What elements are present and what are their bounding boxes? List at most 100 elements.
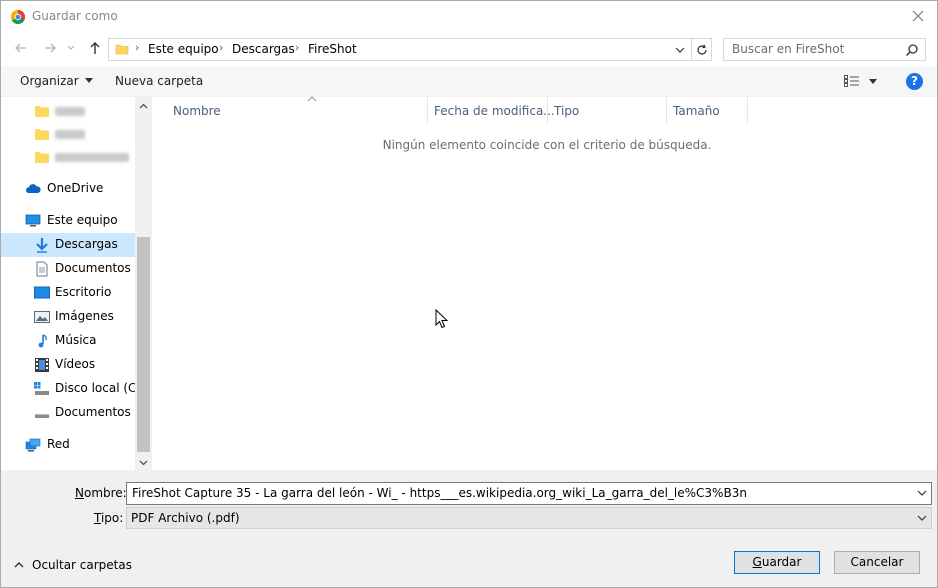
sidebar-item-red[interactable]: Red xyxy=(1,433,135,457)
column-header-size[interactable]: Tamaño xyxy=(667,97,748,124)
save-as-dialog: Guardar como › Este equipo › Descargas › xyxy=(0,0,938,588)
sidebar-item-onedrive[interactable]: OneDrive xyxy=(1,177,135,201)
folder-icon xyxy=(35,129,49,140)
back-button[interactable] xyxy=(12,39,30,57)
forward-button[interactable] xyxy=(41,39,59,57)
drive-icon xyxy=(34,382,49,395)
type-label: Tipo: xyxy=(94,511,123,525)
breadcrumb-separator: › xyxy=(135,41,140,54)
column-header-type[interactable]: Tipo xyxy=(548,97,667,124)
sidebar-item-label: Este equipo xyxy=(47,213,118,227)
filename-value: FireShot Capture 35 - La garra del león … xyxy=(132,486,747,500)
sidebar-item-descargas[interactable]: Descargas xyxy=(1,233,135,257)
close-icon[interactable] xyxy=(908,6,928,26)
videos-icon xyxy=(35,358,49,372)
up-button[interactable] xyxy=(86,39,104,57)
hide-folders-button[interactable]: Ocultar carpetas xyxy=(14,558,132,572)
file-type-value: PDF Archivo (.pdf) xyxy=(131,511,240,525)
organize-button[interactable]: Organizar xyxy=(20,74,93,88)
folder-icon xyxy=(115,44,129,55)
save-label: uardar xyxy=(761,555,802,569)
filename-field[interactable]: FireShot Capture 35 - La garra del león … xyxy=(126,482,932,505)
drive-icon xyxy=(35,414,49,418)
up-arrow-icon xyxy=(90,42,100,54)
window-title: Guardar como xyxy=(32,9,118,23)
search-icon[interactable] xyxy=(905,43,919,57)
sidebar-item-blurred-folder[interactable] xyxy=(1,145,135,169)
column-header-date[interactable]: Fecha de modifica... xyxy=(428,97,555,124)
sidebar-item-escritorio[interactable]: Escritorio xyxy=(1,281,135,305)
sidebar-item-documentos-d[interactable]: Documentos (D xyxy=(1,401,149,425)
breadcrumb-este-equipo[interactable]: Este equipo xyxy=(148,42,219,56)
chevron-down-icon[interactable] xyxy=(917,515,927,522)
view-options-icon[interactable] xyxy=(844,75,860,88)
sidebar-item-disco-local-c[interactable]: Disco local (C:) xyxy=(1,377,145,401)
new-folder-button[interactable]: Nueva carpeta xyxy=(115,74,203,88)
sidebar-item-label: OneDrive xyxy=(47,181,104,195)
save-button[interactable]: Guardar xyxy=(734,551,820,574)
mouse-cursor-icon xyxy=(435,309,449,329)
accelerator-key: N xyxy=(75,486,84,500)
sidebar-item-label: Vídeos xyxy=(55,357,96,371)
cancel-button[interactable]: Cancelar xyxy=(834,551,920,574)
chevron-down-icon xyxy=(67,45,75,50)
blurred-label xyxy=(55,107,85,116)
navigation-row: › Este equipo › Descargas › FireShot Bus… xyxy=(1,32,937,65)
sidebar-scrollbar[interactable] xyxy=(135,97,152,470)
search-input[interactable]: Buscar en FireShot xyxy=(723,38,926,61)
scrollbar-thumb[interactable] xyxy=(137,237,150,452)
sidebar-item-musica[interactable]: Música xyxy=(1,329,135,353)
sidebar-item-este-equipo[interactable]: Este equipo xyxy=(1,209,135,233)
label-text: ipo: xyxy=(100,511,124,525)
desktop-icon xyxy=(34,286,50,299)
address-bar[interactable]: › Este equipo › Descargas › FireShot xyxy=(108,38,692,61)
chevron-down-icon[interactable] xyxy=(917,490,927,497)
blurred-label xyxy=(55,153,129,162)
folder-icon xyxy=(35,106,49,117)
column-label: Nombre xyxy=(173,104,221,118)
folder-icon xyxy=(35,152,49,163)
sidebar-item-imagenes[interactable]: Imágenes xyxy=(1,305,135,329)
sidebar-item-label: Descargas xyxy=(55,237,118,251)
accelerator-key: G xyxy=(752,555,762,569)
refresh-button[interactable] xyxy=(692,38,712,61)
file-type-select[interactable]: PDF Archivo (.pdf) xyxy=(126,507,932,529)
sidebar-item-label: Red xyxy=(47,437,70,451)
recent-locations-button[interactable] xyxy=(65,39,77,57)
search-placeholder: Buscar en FireShot xyxy=(732,42,845,56)
breadcrumb-fireshot[interactable]: FireShot xyxy=(308,42,357,56)
column-header-name[interactable]: Nombre xyxy=(167,96,428,124)
scroll-down-icon[interactable] xyxy=(139,460,148,466)
column-label: Tamaño xyxy=(673,104,720,118)
view-dropdown-caret[interactable] xyxy=(869,79,877,84)
breadcrumb-separator: › xyxy=(219,41,224,54)
help-icon[interactable]: ? xyxy=(906,73,923,90)
column-label: Fecha de modifica... xyxy=(434,104,555,118)
chevron-down-icon xyxy=(84,78,93,83)
scroll-up-icon[interactable] xyxy=(139,103,148,109)
sidebar-item-blurred-folder[interactable] xyxy=(1,99,135,123)
sidebar-item-label: Disco local (C:) xyxy=(55,381,146,395)
breadcrumb-descargas[interactable]: Descargas xyxy=(232,42,295,56)
hide-folders-label: Ocultar carpetas xyxy=(32,558,132,572)
navigation-pane: OneDrive Este equipo Descargas Documento… xyxy=(1,97,151,470)
computer-icon xyxy=(25,214,41,227)
pictures-icon xyxy=(34,311,50,323)
chevron-down-icon[interactable] xyxy=(674,43,686,57)
forward-arrow-icon xyxy=(45,43,56,53)
sidebar-item-videos[interactable]: Vídeos xyxy=(1,353,135,377)
sort-ascending-icon xyxy=(307,96,317,102)
documents-icon xyxy=(36,261,48,277)
back-arrow-icon xyxy=(15,43,26,53)
column-label: Tipo xyxy=(554,104,580,118)
file-list: Nombre Fecha de modifica... Tipo Tamaño … xyxy=(152,96,937,470)
sidebar-item-documentos[interactable]: Documentos xyxy=(1,257,135,281)
blurred-label xyxy=(55,130,85,139)
title-bar: Guardar como xyxy=(1,1,937,32)
sidebar-item-label: Documentos xyxy=(55,261,131,275)
sidebar-item-blurred-folder[interactable] xyxy=(1,122,135,146)
music-icon xyxy=(38,334,47,348)
refresh-icon xyxy=(696,44,707,55)
accelerator-key: T xyxy=(94,511,101,525)
sidebar-item-label: Imágenes xyxy=(55,309,114,323)
